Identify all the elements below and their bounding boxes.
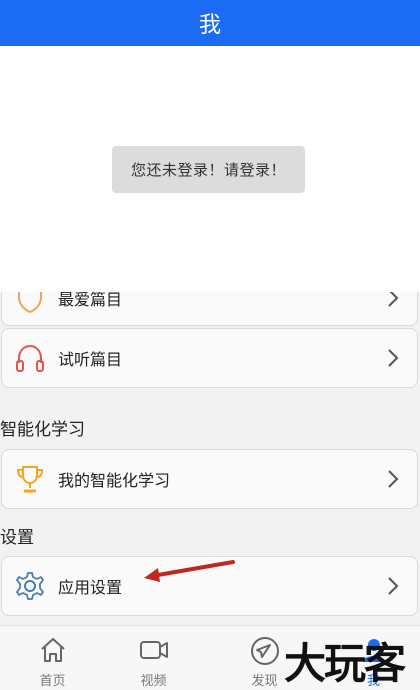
chevron-right-icon	[388, 349, 399, 367]
menu-item-listened[interactable]: 试听篇目	[1, 328, 418, 388]
login-toast: 您还未登录！请登录！	[112, 146, 305, 193]
profile-area-overlap	[0, 246, 420, 292]
page-title: 我	[198, 13, 221, 38]
chevron-right-icon	[388, 577, 399, 595]
video-icon	[139, 641, 168, 659]
annotation-arrow	[144, 560, 235, 582]
home-icon	[40, 638, 65, 662]
trophy-icon	[12, 461, 48, 497]
gear-icon	[12, 568, 48, 604]
chevron-right-icon	[388, 470, 399, 488]
tab-video[interactable]: 视频	[101, 626, 206, 690]
menu-item-listened-label: 试听篇目	[58, 350, 123, 369]
section-title-settings: 设置	[0, 528, 34, 548]
headphones-icon	[12, 340, 48, 376]
menu-item-my-smart[interactable]: 我的智能化学习	[1, 449, 418, 509]
section-title-smart: 智能化学习	[0, 420, 85, 440]
tab-home[interactable]: 首页	[0, 626, 105, 690]
menu-item-my-smart-label: 我的智能化学习	[58, 471, 171, 490]
tab-video-label: 视频	[140, 674, 167, 689]
page-header: 我	[0, 0, 420, 46]
tab-home-label: 首页	[39, 674, 66, 689]
compass-icon	[250, 637, 279, 665]
watermark-logo: 大玩客	[284, 639, 406, 688]
